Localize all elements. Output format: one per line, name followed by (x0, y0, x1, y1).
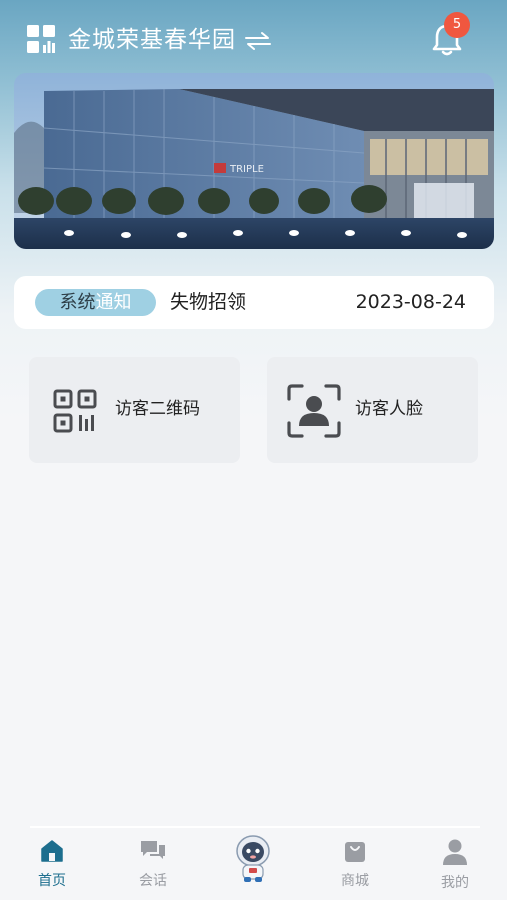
notice-tag-part2: 通知 (95, 292, 132, 313)
tab-home-label: 首页 (38, 873, 66, 889)
notice-tag-part1: 系统 (59, 292, 96, 313)
visitor-face-label: 访客人脸 (355, 399, 423, 419)
notice-date: 2023-08-24 (355, 291, 466, 313)
grid-menu-icon[interactable] (26, 24, 56, 54)
header: 金城荣基春华园 5 (0, 0, 507, 78)
building-sign: TRIPLE (229, 164, 264, 175)
face-scan-icon (287, 384, 341, 438)
tab-mine[interactable]: 我的 (420, 838, 490, 898)
tab-mascot[interactable] (218, 834, 288, 894)
visitor-qr-code-label: 访客二维码 (115, 399, 200, 419)
banner-image[interactable]: TRIPLE (14, 73, 494, 249)
home-icon (41, 840, 63, 862)
qr-code-icon (53, 389, 97, 433)
notification-count-badge: 5 (444, 12, 470, 38)
notice-text[interactable]: 失物招领 (170, 288, 246, 316)
tab-bar-divider (30, 826, 480, 828)
tab-chat[interactable]: 会话 (118, 838, 188, 898)
switch-arrows-icon[interactable] (244, 30, 272, 52)
notice-tag: 系统通知 (35, 289, 156, 316)
tab-mine-label: 我的 (441, 875, 469, 891)
tab-chat-label: 会话 (139, 873, 167, 889)
tab-mall[interactable]: 商城 (320, 838, 390, 898)
chat-icon (141, 841, 165, 859)
visitor-qr-code-button[interactable]: 访客二维码 (29, 357, 240, 463)
tab-home[interactable]: 首页 (17, 838, 87, 898)
bottom-tab-bar: 首页 会话 商城 我的 (0, 826, 507, 900)
shopping-bag-icon (345, 842, 365, 862)
building-photo: TRIPLE (14, 73, 494, 249)
visitor-face-button[interactable]: 访客人脸 (267, 357, 478, 463)
astronaut-mascot-icon (236, 835, 270, 882)
system-notice-card[interactable]: 系统通知 失物招领 2023-08-24 (14, 276, 494, 329)
person-icon (443, 839, 467, 865)
community-name[interactable]: 金城荣基春华园 (68, 24, 236, 56)
tab-mall-label: 商城 (341, 873, 369, 889)
